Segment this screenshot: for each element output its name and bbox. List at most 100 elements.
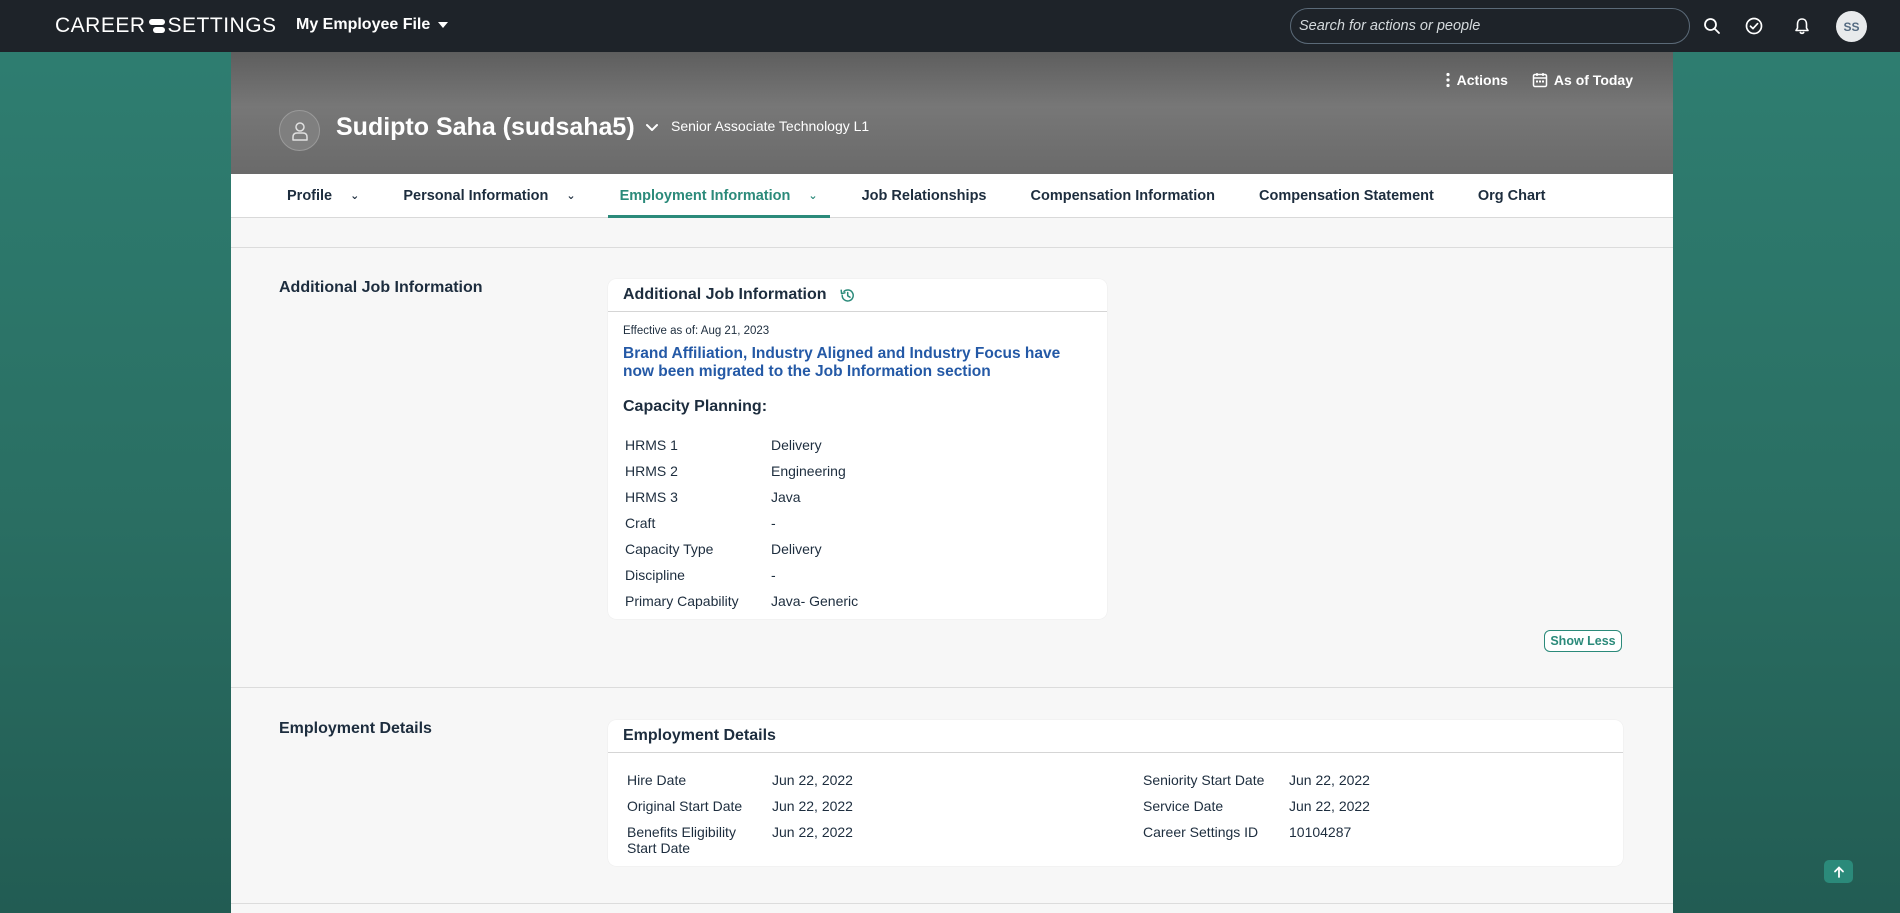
field-row: Career Settings ID 10104287 <box>1143 824 1370 850</box>
tab-employment-information[interactable]: Employment Information ⌄ <box>607 174 830 218</box>
additional-job-card: Additional Job Information Effective as … <box>608 279 1107 619</box>
search-input[interactable] <box>1290 8 1690 44</box>
section-divider <box>231 903 1673 904</box>
tab-job-relationships[interactable]: Job Relationships <box>850 174 999 217</box>
card-header: Employment Details <box>608 720 1623 753</box>
chevron-down-icon <box>645 123 658 131</box>
field-row: Hire Date Jun 22, 2022 <box>627 772 853 798</box>
actions-button[interactable]: Actions <box>1445 72 1508 88</box>
app-menu-button[interactable]: My Employee File <box>296 16 449 34</box>
history-icon[interactable] <box>839 287 856 304</box>
field-label: Craft <box>625 515 656 531</box>
tab-label: Personal Information <box>403 187 549 204</box>
tab-compensation-statement[interactable]: Compensation Statement <box>1247 174 1446 217</box>
employment-fields-left: Hire Date Jun 22, 2022 Original Start Dat… <box>627 772 853 860</box>
field-value: - <box>771 567 776 583</box>
field-label: HRMS 2 <box>625 463 678 479</box>
field-row: Benefits Eligibility Start Date Jun 22, 2… <box>627 824 853 860</box>
field-value: 10104287 <box>1289 824 1352 840</box>
field-row: Service Date Jun 22, 2022 <box>1143 798 1370 824</box>
brand-mark-icon <box>148 19 165 33</box>
field-label: Discipline <box>625 567 685 583</box>
field-label: HRMS 1 <box>625 437 678 453</box>
field-value: Jun 22, 2022 <box>772 772 853 788</box>
field-label: Career Settings ID <box>1143 824 1259 840</box>
profile-header: Actions As of Today Sudipto Saha (sudsah <box>231 52 1673 174</box>
chevron-down-icon[interactable]: ⌄ <box>566 189 575 202</box>
brand-text-left: CAREER <box>55 14 146 37</box>
field-label: Seniority Start Date <box>1143 772 1265 788</box>
field-value: Delivery <box>771 437 822 453</box>
actions-label: Actions <box>1456 72 1508 88</box>
field-row: HRMS 3 Java <box>625 489 858 515</box>
brand-text-right: SETTINGS <box>167 14 277 37</box>
app-menu-label: My Employee File <box>296 16 431 33</box>
migrated-notice-link[interactable]: Brand Affiliation, Industry Aligned and … <box>623 345 1083 381</box>
field-value: Jun 22, 2022 <box>772 798 853 814</box>
field-row: Capacity Type Delivery <box>625 541 858 567</box>
capacity-planning-title: Capacity Planning: <box>623 398 768 415</box>
tab-label: Job Relationships <box>861 187 987 204</box>
arrow-up-icon <box>1833 866 1844 878</box>
section-title-additional-job: Additional Job Information <box>279 279 483 296</box>
employee-name: Sudipto Saha (sudsaha5) <box>336 113 635 141</box>
employee-avatar[interactable] <box>279 110 320 151</box>
field-value: Jun 22, 2022 <box>1289 798 1370 814</box>
field-label: Capacity Type <box>625 541 714 557</box>
field-value: Jun 22, 2022 <box>1289 772 1370 788</box>
employment-fields-right: Seniority Start Date Jun 22, 2022 Service… <box>1143 772 1370 850</box>
field-label: Original Start Date <box>627 798 743 814</box>
employee-role: Senior Associate Technology L1 <box>671 118 870 134</box>
chevron-down-icon[interactable]: ⌄ <box>350 189 359 202</box>
field-label: Hire Date <box>627 772 687 788</box>
task-check-icon[interactable] <box>1744 16 1764 36</box>
field-row: HRMS 1 Delivery <box>625 437 858 463</box>
card-title: Employment Details <box>623 727 776 744</box>
section-divider <box>231 247 1673 248</box>
employee-file-content: Actions As of Today Sudipto Saha (sudsah <box>231 52 1673 913</box>
field-value: - <box>771 515 776 531</box>
bell-icon[interactable] <box>1792 16 1812 36</box>
field-row: Original Start Date Jun 22, 2022 <box>627 798 853 824</box>
field-value: Engineering <box>771 463 846 479</box>
caret-down-icon <box>438 22 449 28</box>
section-divider <box>231 687 1673 688</box>
field-row: Craft - <box>625 515 858 541</box>
user-avatar[interactable]: SS <box>1836 11 1867 42</box>
employee-name-button[interactable]: Sudipto Saha (sudsaha5) <box>336 113 659 142</box>
section-tabs: Profile ⌄ Personal Information ⌄ Employm… <box>231 174 1673 218</box>
field-value: Jun 22, 2022 <box>772 824 853 840</box>
tab-label: Profile <box>287 187 333 204</box>
effective-date: Effective as of: Aug 21, 2023 <box>623 325 770 337</box>
capacity-fields: HRMS 1 Delivery HRMS 2 Engineering HRMS 3 J… <box>625 437 858 619</box>
shell-bar: CAREER SETTINGS My Employee File SS <box>0 0 1900 52</box>
tab-profile[interactable]: Profile ⌄ <box>275 174 371 217</box>
field-value: Delivery <box>771 541 822 557</box>
field-value: Java- Generic <box>771 593 859 609</box>
tab-compensation-information[interactable]: Compensation Information <box>1019 174 1227 217</box>
field-row: Primary Capability Java- Generic <box>625 593 858 619</box>
search-icon[interactable] <box>1702 16 1722 36</box>
field-label: Service Date <box>1143 798 1224 814</box>
scroll-to-top-button[interactable] <box>1824 860 1853 883</box>
person-icon <box>291 121 308 141</box>
calendar-icon <box>1532 73 1548 88</box>
header-actions: Actions As of Today <box>1445 72 1633 88</box>
tab-label: Compensation Information <box>1030 187 1215 204</box>
as-of-today-button[interactable]: As of Today <box>1532 72 1633 88</box>
field-row: Seniority Start Date Jun 22, 2022 <box>1143 772 1370 798</box>
tab-label: Org Chart <box>1477 187 1546 204</box>
as-of-today-label: As of Today <box>1553 72 1633 88</box>
show-less-button[interactable]: Show Less <box>1544 630 1622 652</box>
field-label: HRMS 3 <box>625 489 678 505</box>
tab-org-chart[interactable]: Org Chart <box>1466 174 1558 217</box>
card-title: Additional Job Information <box>623 286 827 303</box>
chevron-down-icon[interactable]: ⌄ <box>808 189 817 202</box>
brand-logo[interactable]: CAREER SETTINGS <box>55 14 277 38</box>
employment-details-card: Employment Details Hire Date Jun 22, 2022… <box>608 720 1623 866</box>
tab-personal-information[interactable]: Personal Information ⌄ <box>391 174 587 217</box>
field-label: Benefits Eligibility Start Date <box>627 824 736 856</box>
section-title-employment-details: Employment Details <box>279 720 432 737</box>
card-header: Additional Job Information <box>608 279 1107 312</box>
field-label: Primary Capability <box>625 593 739 609</box>
